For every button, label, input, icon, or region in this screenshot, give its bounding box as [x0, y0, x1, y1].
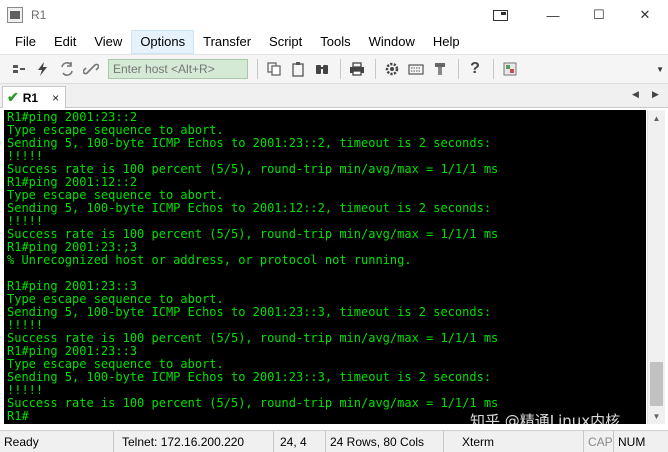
scroll-thumb[interactable]	[650, 362, 663, 406]
button-bar-icon[interactable]	[499, 58, 521, 80]
app-icon[interactable]	[7, 7, 23, 23]
title-bar: R1 — ☐ ✕	[0, 0, 668, 30]
menu-transfer[interactable]: Transfer	[194, 30, 260, 54]
connected-check-icon: ✔	[7, 89, 19, 105]
disconnect-icon[interactable]	[80, 58, 102, 80]
tab-close-icon[interactable]: ×	[52, 91, 59, 105]
quick-connect-icon[interactable]	[32, 58, 54, 80]
print-icon[interactable]	[346, 58, 368, 80]
tab-scroll-left-icon[interactable]: ◀	[632, 89, 639, 100]
menu-script[interactable]: Script	[260, 30, 311, 54]
toolbar: ? ▼	[0, 54, 668, 84]
status-connection: Telnet: 172.16.200.220	[114, 430, 274, 452]
status-terminal-size: 24 Rows, 80 Cols	[326, 430, 444, 452]
status-cursor-position: 24, 4	[274, 430, 326, 452]
menu-bar: File Edit View Options Transfer Script T…	[0, 30, 668, 54]
toolbar-separator	[257, 59, 258, 79]
sftp-icon[interactable]	[429, 58, 451, 80]
scroll-up-icon[interactable]: ▲	[648, 110, 665, 126]
terminal-line: % Unrecognized host or address, or proto…	[7, 253, 412, 267]
menu-file[interactable]: File	[6, 30, 45, 54]
minimize-button[interactable]: —	[530, 0, 576, 30]
terminal-line: Sending 5, 100-byte ICMP Echos to 2001:2…	[7, 305, 492, 319]
status-ready: Ready	[0, 430, 114, 452]
menu-tools[interactable]: Tools	[311, 30, 359, 54]
toolbar-overflow-icon[interactable]: ▼	[656, 65, 664, 74]
menu-edit[interactable]: Edit	[45, 30, 85, 54]
help-icon[interactable]: ?	[464, 58, 486, 80]
watermark: 知乎 @精通Linux内核	[470, 412, 621, 430]
terminal-line: Sending 5, 100-byte ICMP Echos to 2001:1…	[7, 201, 492, 215]
fullscreen-toggle-icon[interactable]	[486, 0, 514, 30]
toolbar-separator	[493, 59, 494, 79]
scroll-down-icon[interactable]: ▼	[648, 408, 665, 424]
terminal-scrollbar[interactable]: ▲ ▼	[647, 110, 665, 424]
reconnect-icon[interactable]	[56, 58, 78, 80]
tab-label: R1	[22, 90, 39, 105]
find-icon[interactable]	[311, 58, 333, 80]
connect-icon[interactable]	[8, 58, 30, 80]
copy-icon[interactable]	[263, 58, 285, 80]
menu-options[interactable]: Options	[131, 30, 195, 54]
window-controls: — ☐ ✕	[486, 0, 668, 30]
tab-r1[interactable]: ✔ R1 ×	[2, 86, 66, 108]
close-button[interactable]: ✕	[622, 0, 668, 30]
maximize-button[interactable]: ☐	[576, 0, 622, 30]
window-title: R1	[31, 8, 47, 22]
settings-icon[interactable]	[381, 58, 403, 80]
status-num-lock: NUM	[618, 434, 646, 449]
paste-icon[interactable]	[287, 58, 309, 80]
status-terminal-type: Xterm	[444, 430, 584, 452]
toolbar-separator	[375, 59, 376, 79]
terminal-line: Sending 5, 100-byte ICMP Echos to 2001:2…	[7, 136, 492, 150]
menu-help[interactable]: Help	[424, 30, 469, 54]
menu-view[interactable]: View	[85, 30, 131, 54]
terminal-screen[interactable]: R1#ping 2001:23::2 Type escape sequence t…	[4, 110, 646, 424]
status-caps-lock: CAP	[584, 430, 614, 452]
toolbar-separator	[340, 59, 341, 79]
terminal-line: Success rate is 100 percent (5/5), round…	[7, 396, 499, 410]
terminal-line: Sending 5, 100-byte ICMP Echos to 2001:2…	[7, 370, 492, 384]
toolbar-separator	[458, 59, 459, 79]
session-tab-bar: ✔ R1 × ◀ ▶	[0, 84, 668, 108]
keymap-icon[interactable]	[405, 58, 427, 80]
status-bar: Ready Telnet: 172.16.200.220 24, 4 24 Ro…	[0, 430, 668, 452]
menu-window[interactable]: Window	[360, 30, 424, 54]
tab-scroll-right-icon[interactable]: ▶	[652, 89, 659, 100]
host-input[interactable]	[108, 59, 248, 79]
